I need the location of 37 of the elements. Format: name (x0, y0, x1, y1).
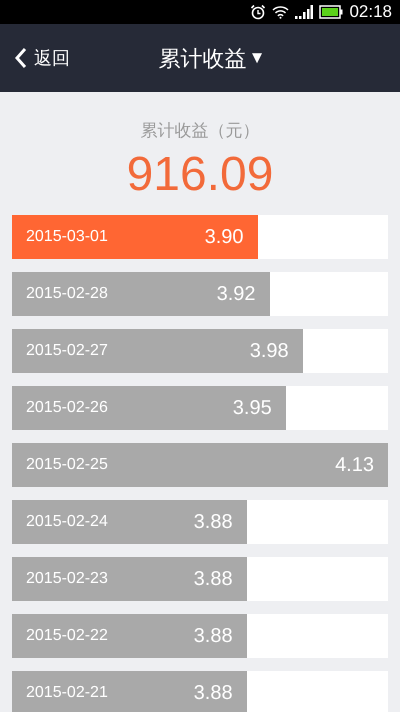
clock-time: 02:18 (349, 1, 392, 24)
daily-earnings-value: 4.13 (335, 452, 374, 478)
date-label: 2015-02-25 (26, 454, 108, 474)
total-earnings-value: 916.09 (126, 146, 274, 202)
daily-earnings-value: 3.88 (194, 566, 233, 592)
date-label: 2015-02-23 (26, 568, 108, 588)
daily-earnings-value: 3.92 (216, 282, 256, 306)
earnings-bar-track[interactable]: 2015-02-21 3.88 (12, 670, 388, 712)
date-label: 2015-02-28 (26, 284, 108, 304)
back-button[interactable]: 返回 (14, 44, 70, 72)
date-label: 2015-02-22 (26, 626, 108, 646)
daily-earnings-value: 3.90 (204, 224, 244, 250)
daily-earnings-value: 3.88 (194, 624, 233, 648)
earnings-bar-track[interactable]: 2015-02-23 3.88 (12, 556, 388, 600)
daily-earnings-value: 3.95 (232, 396, 272, 420)
title-dropdown[interactable]: 累计收益▼ (134, 42, 266, 74)
daily-earnings-value: 3.98 (250, 338, 289, 364)
earnings-bar-track[interactable]: 2015-02-22 3.88 (12, 614, 388, 658)
date-label: 2015-02-27 (26, 340, 108, 360)
date-label: 2015-02-21 (26, 682, 108, 702)
earnings-bar-track[interactable]: 2015-02-28 3.92 (12, 272, 388, 316)
earnings-bar-track[interactable]: 2015-02-27 3.98 (12, 328, 388, 372)
date-label: 2015-02-24 (26, 512, 108, 532)
date-label: 2015-02-26 (26, 398, 108, 418)
daily-earnings-value: 3.88 (194, 510, 233, 534)
battery-icon (319, 5, 344, 19)
alarm-icon (250, 4, 266, 20)
earnings-bar-track[interactable]: 2015-02-25 4.13 (12, 442, 388, 486)
earnings-bar-track[interactable]: 2015-03-01 3.90 (12, 214, 388, 258)
total-earnings-label: 累计收益（元） (140, 120, 260, 142)
signal-icon (295, 5, 314, 19)
earnings-bar-track[interactable]: 2015-02-26 3.95 (12, 386, 388, 430)
daily-earnings-value: 3.88 (194, 680, 233, 706)
wifi-icon (272, 5, 290, 19)
earnings-bar-track[interactable]: 2015-02-24 3.88 (12, 500, 388, 544)
date-label: 2015-03-01 (26, 226, 108, 246)
back-chevron-icon (14, 47, 28, 69)
